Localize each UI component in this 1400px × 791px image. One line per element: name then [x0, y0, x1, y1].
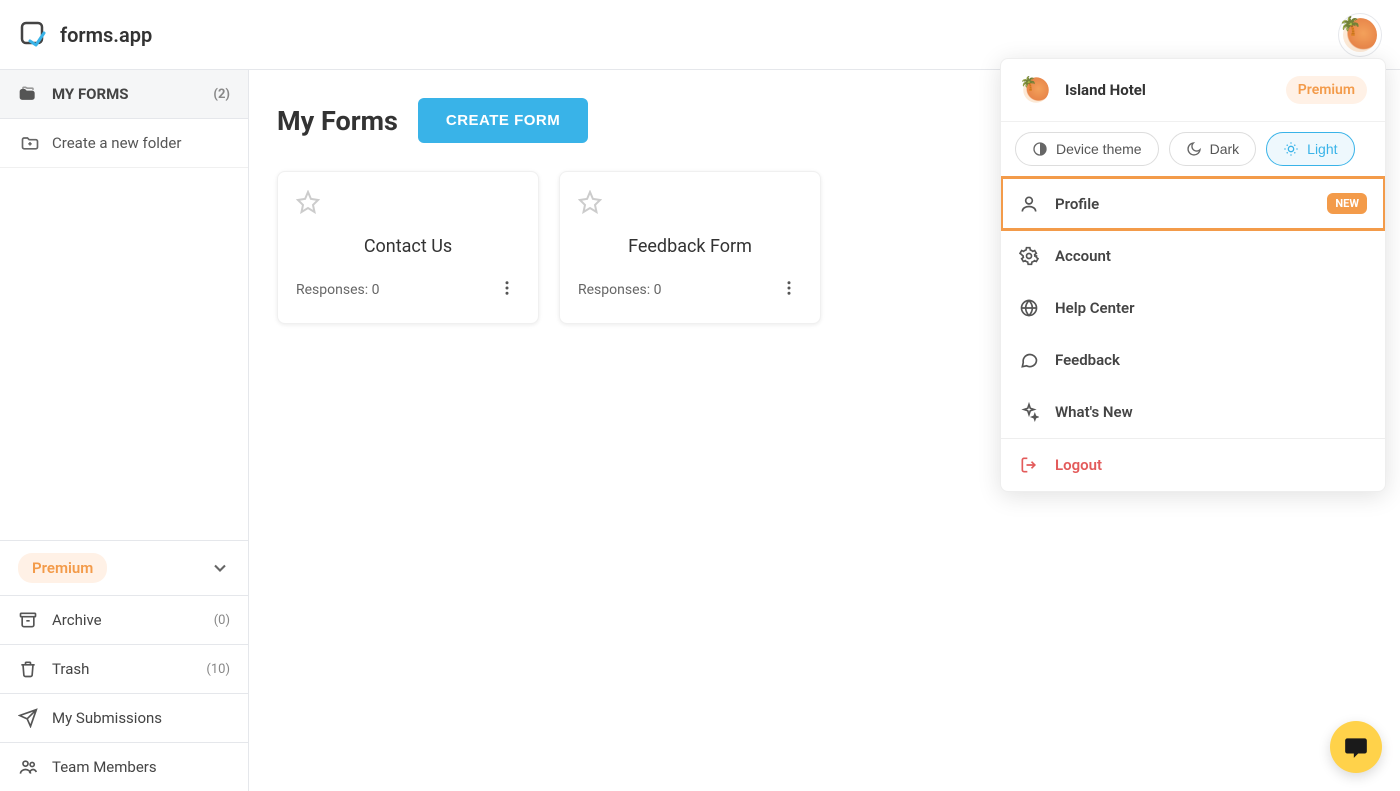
- avatar-image: [1023, 77, 1049, 103]
- premium-badge: Premium: [1286, 76, 1367, 104]
- chat-bubble-icon: [1343, 734, 1369, 760]
- globe-icon: [1019, 298, 1039, 318]
- avatar-image: [1343, 18, 1377, 52]
- menu-item-logout[interactable]: Logout: [1001, 438, 1385, 491]
- user-menu-dropdown: Island Hotel Premium Device theme Dark L…: [1000, 58, 1386, 492]
- new-folder-icon: [20, 133, 40, 153]
- sun-icon: [1283, 141, 1299, 157]
- sidebar-item-team[interactable]: Team Members: [0, 743, 248, 791]
- moon-icon: [1186, 141, 1202, 157]
- premium-badge: Premium: [18, 553, 107, 583]
- contrast-icon: [1032, 141, 1048, 157]
- trash-icon: [18, 659, 38, 679]
- sidebar-item-submissions[interactable]: My Submissions: [0, 694, 248, 743]
- logo-text: forms.app: [60, 23, 152, 47]
- kebab-menu-icon[interactable]: [776, 275, 802, 305]
- sidebar-item-label: My Submissions: [52, 709, 162, 727]
- star-icon[interactable]: [578, 190, 602, 218]
- paper-plane-icon: [18, 708, 38, 728]
- premium-toggle[interactable]: Premium: [0, 541, 248, 596]
- menu-item-feedback[interactable]: Feedback: [1001, 334, 1385, 386]
- menu-item-label: Feedback: [1055, 351, 1120, 369]
- menu-item-whatsnew[interactable]: What's New: [1001, 386, 1385, 438]
- menu-item-label: Help Center: [1055, 299, 1135, 317]
- new-badge: NEW: [1327, 193, 1367, 214]
- form-card-title: Feedback Form: [578, 236, 802, 257]
- sidebar-item-label: MY FORMS: [52, 85, 129, 103]
- sparkle-icon: [1019, 402, 1039, 422]
- menu-item-account[interactable]: Account: [1001, 230, 1385, 282]
- user-avatar-button[interactable]: [1338, 13, 1382, 57]
- chat-icon: [1019, 350, 1039, 370]
- theme-selector: Device theme Dark Light: [1001, 121, 1385, 177]
- sidebar-item-label: Team Members: [52, 758, 157, 776]
- form-card-title: Contact Us: [296, 236, 520, 257]
- menu-item-label: Logout: [1055, 456, 1102, 474]
- archive-icon: [18, 610, 38, 630]
- form-card[interactable]: Contact Us Responses: 0: [277, 171, 539, 324]
- theme-dark-button[interactable]: Dark: [1169, 132, 1257, 166]
- sidebar-item-label: Archive: [52, 611, 102, 629]
- users-icon: [18, 757, 38, 777]
- user-icon: [1019, 194, 1039, 214]
- create-folder-label: Create a new folder: [52, 134, 181, 152]
- logo-icon: [18, 19, 50, 51]
- chevron-down-icon: [210, 558, 230, 578]
- menu-item-help[interactable]: Help Center: [1001, 282, 1385, 334]
- create-form-button[interactable]: CREATE FORM: [418, 98, 588, 143]
- sidebar-item-my-forms[interactable]: MY FORMS (2): [0, 70, 248, 119]
- sidebar-item-trash[interactable]: Trash (10): [0, 645, 248, 694]
- logout-icon: [1019, 455, 1039, 475]
- menu-item-label: What's New: [1055, 403, 1133, 421]
- menu-item-label: Account: [1055, 247, 1111, 265]
- sidebar-item-count: (2): [213, 87, 230, 102]
- theme-device-button[interactable]: Device theme: [1015, 132, 1159, 166]
- sidebar-item-count: (10): [206, 662, 230, 677]
- response-count: Responses: 0: [296, 282, 379, 298]
- theme-light-button[interactable]: Light: [1266, 132, 1354, 166]
- sidebar-item-label: Trash: [52, 660, 89, 678]
- folders-icon: [18, 84, 38, 104]
- page-title: My Forms: [277, 105, 398, 137]
- create-folder-button[interactable]: Create a new folder: [0, 119, 248, 168]
- form-card[interactable]: Feedback Form Responses: 0: [559, 171, 821, 324]
- sidebar: MY FORMS (2) Create a new folder Premium…: [0, 70, 249, 791]
- sidebar-item-count: (0): [214, 613, 230, 628]
- sidebar-item-archive[interactable]: Archive (0): [0, 596, 248, 645]
- user-menu-header: Island Hotel Premium: [1001, 59, 1385, 121]
- response-count: Responses: 0: [578, 282, 661, 298]
- chat-widget-button[interactable]: [1330, 721, 1382, 773]
- kebab-menu-icon[interactable]: [494, 275, 520, 305]
- gear-icon: [1019, 246, 1039, 266]
- menu-item-label: Profile: [1055, 195, 1099, 213]
- menu-item-profile[interactable]: Profile NEW: [1001, 177, 1385, 230]
- logo[interactable]: forms.app: [18, 19, 152, 51]
- user-name: Island Hotel: [1065, 81, 1146, 99]
- star-icon[interactable]: [296, 190, 320, 218]
